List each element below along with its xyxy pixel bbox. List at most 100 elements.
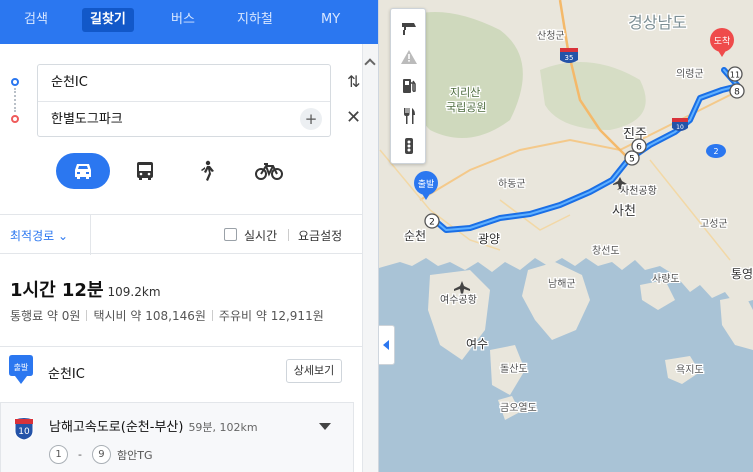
fare-settings-button[interactable]: 요금설정 (298, 227, 342, 244)
walk-icon (201, 160, 214, 181)
detail-view-button[interactable]: 상세보기 (286, 359, 342, 383)
ic-from-badge: 1 (49, 445, 68, 464)
chevron-down-icon: ⌄ (58, 229, 69, 243)
map-place-label: 여수 (466, 337, 488, 351)
start-point-row: 출발 순천IC 상세보기 (0, 350, 362, 394)
national-road-2-badge-icon: 2 (706, 144, 726, 158)
tab-bus[interactable]: 버스 (171, 8, 195, 32)
origin-input[interactable]: 순천IC (38, 65, 330, 101)
gas-station-button[interactable] (391, 71, 427, 101)
expressway-shield-icon: 10 (14, 417, 34, 441)
taxi-cost: 택시비 약 108,146원 (93, 309, 206, 323)
interchange-row: 1 - 9 함안TG (49, 445, 152, 464)
tab-directions[interactable]: 길찾기 (82, 8, 134, 32)
mode-walk-button[interactable] (180, 153, 234, 189)
map-place-label: 돌산도 (500, 363, 528, 375)
bus-icon (137, 162, 153, 180)
svg-text:11: 11 (730, 71, 740, 80)
cctv-button[interactable] (391, 13, 427, 43)
route-connector (14, 88, 16, 112)
swap-icon[interactable]: ⇅ (347, 72, 360, 91)
scroll-up-icon[interactable] (364, 58, 376, 70)
svg-text:5: 5 (629, 155, 635, 165)
map-place-label: 통영 (731, 267, 753, 281)
step-title: 남해고속도로(순천-부산) 59분, 102km (49, 416, 258, 435)
hazard-button[interactable] (391, 42, 427, 72)
route-panel: 검색 길찾기 버스 지하철 MY 순천IC 한별도그파크 + ⇅ ✕ 최적경로 … (0, 0, 379, 472)
route-options-bar: 최적경로 ⌄ 실시간 요금설정 (0, 214, 362, 255)
traffic-light-icon (405, 138, 413, 154)
map-view[interactable]: 경상남도 산청군 지리산 국립공원 의령군 진주 하동군 사천공항 사천 고성군 순천 광양 창선도 통영… (379, 0, 753, 472)
destination-input[interactable]: 한별도그파크 (51, 112, 123, 127)
step-road-name: 남해고속도로(순천-부산) (49, 420, 184, 435)
traffic-light-button[interactable] (391, 131, 427, 161)
bike-icon (255, 163, 283, 180)
total-distance: 109.2km (107, 285, 161, 299)
fuel-icon (403, 79, 416, 93)
expand-caret-icon[interactable] (319, 423, 331, 430)
map-place-label: 창선도 (592, 245, 620, 257)
warning-icon (401, 50, 417, 64)
add-waypoint-button[interactable]: + (300, 108, 322, 130)
map-canvas[interactable]: 경상남도산청군지리산국립공원의령군진주하동군사천공항사천고성군순천 광양창선도통영… (379, 0, 753, 472)
step-meta: 59분, 102km (188, 421, 258, 434)
svg-text:출발: 출발 (14, 362, 29, 372)
map-place-label: 경상남도 (628, 13, 687, 32)
svg-text:2: 2 (429, 218, 435, 228)
svg-text:2: 2 (713, 147, 718, 156)
svg-text:출발: 출발 (418, 179, 435, 190)
map-toolbox (390, 8, 426, 164)
restaurant-icon (404, 108, 415, 124)
tab-my[interactable]: MY (321, 8, 340, 32)
tab-search[interactable]: 검색 (24, 8, 48, 32)
start-point-name: 순천IC (48, 367, 85, 382)
restaurant-button[interactable] (391, 101, 427, 131)
close-icon[interactable]: ✕ (346, 107, 361, 128)
route-marker-2: 2 (424, 213, 440, 229)
mode-bike-button[interactable] (242, 153, 296, 189)
route-summary: 1시간 12분 109.2km (10, 276, 161, 302)
svg-text:6: 6 (636, 143, 642, 153)
map-place-label: 고성군 (700, 218, 728, 230)
tab-subway[interactable]: 지하철 (237, 8, 273, 32)
realtime-checkbox[interactable] (224, 228, 237, 241)
chevron-left-icon (383, 340, 389, 350)
map-place-label: 국립공원 (446, 101, 486, 114)
map-place-label: 욕지도 (676, 364, 704, 376)
svg-text:10: 10 (18, 427, 30, 437)
cost-summary: 통행료 약 0원 택시비 약 108,146원 주유비 약 12,911원 (10, 307, 324, 324)
svg-text:도착: 도착 (714, 36, 731, 47)
transport-modes (0, 153, 378, 191)
map-place-label: 의령군 (676, 68, 704, 80)
map-place-label: 금오열도 (500, 402, 537, 414)
collapse-panel-button[interactable] (379, 325, 395, 365)
best-route-label: 최적경로 (10, 229, 55, 243)
svg-text:10: 10 (676, 124, 684, 131)
mode-bus-button[interactable] (118, 153, 172, 189)
scrollbar[interactable] (362, 44, 378, 472)
map-place-label: 지리산 (450, 86, 480, 99)
svg-text:8: 8 (734, 88, 740, 98)
fuel-cost: 주유비 약 12,911원 (218, 309, 324, 323)
svg-text:35: 35 (565, 54, 574, 62)
car-icon (75, 164, 91, 179)
ic-dash: - (78, 448, 82, 461)
map-place-label: 광양 (478, 232, 500, 246)
map-place-label: 사천공항 (620, 185, 657, 197)
route-step[interactable]: 10 남해고속도로(순천-부산) 59분, 102km 1 - 9 함안TG (0, 402, 354, 472)
realtime-label[interactable]: 실시간 (244, 227, 277, 244)
map-place-label: 남해군 (548, 277, 576, 290)
highway-35-shield-icon: 35 (560, 48, 578, 63)
best-route-dropdown[interactable]: 최적경로 ⌄ (10, 227, 68, 244)
destination-row: 한별도그파크 + (38, 101, 330, 137)
map-place-label: 사량도 (652, 273, 680, 285)
map-place-label: 하동군 (498, 177, 526, 190)
route-marker-11: 11 (727, 66, 743, 82)
map-place-label: 사천 (612, 204, 636, 219)
top-nav: 검색 길찾기 버스 지하철 MY (0, 0, 378, 44)
ic-name: 함안TG (116, 448, 153, 462)
map-place-label: 산청군 (537, 30, 565, 42)
destination-dot-icon (11, 115, 19, 123)
mode-car-button[interactable] (56, 153, 110, 189)
route-marker-8: 8 (729, 83, 745, 99)
